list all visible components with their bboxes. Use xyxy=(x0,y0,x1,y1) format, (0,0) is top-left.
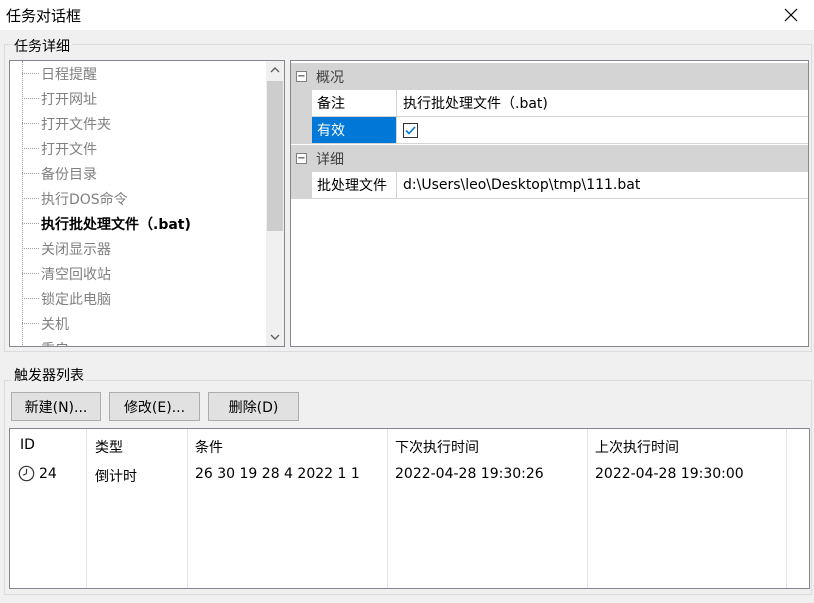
scroll-down-button[interactable] xyxy=(266,328,284,346)
cell-id: 24 xyxy=(39,466,57,482)
property-row-enabled[interactable]: 有效 xyxy=(291,117,808,144)
chevron-up-icon xyxy=(270,67,280,73)
tree-item-restart[interactable]: 重启 xyxy=(22,336,69,347)
chevron-down-icon xyxy=(270,334,280,340)
tree-item-shutdown[interactable]: 关机 xyxy=(22,311,69,336)
scroll-thumb[interactable] xyxy=(267,81,283,231)
tree-item-label: 备份目录 xyxy=(41,166,97,183)
tree-item-empty-recycle-bin[interactable]: 清空回收站 xyxy=(22,261,111,286)
property-row-note[interactable]: 备注 执行批处理文件（.bat) xyxy=(291,90,808,117)
tree-list: 日程提醒 打开网址 打开文件夹 打开文件 备份目录 执行DOS命令 执行批处理文… xyxy=(10,61,266,346)
trigger-list[interactable]: ID 类型 条件 下次执行时间 上次执行时间 24 倒计时 26 30 19 2… xyxy=(9,428,810,589)
close-icon xyxy=(784,8,798,22)
collapse-icon[interactable]: − xyxy=(296,71,307,82)
cell-type: 倒计时 xyxy=(95,469,137,485)
tree-scrollbar[interactable] xyxy=(266,61,284,346)
tree-item-open-file[interactable]: 打开文件 xyxy=(22,136,97,161)
tree-item-label: 关机 xyxy=(41,316,69,333)
tree-item-reminder[interactable]: 日程提醒 xyxy=(22,61,97,86)
category-details[interactable]: − 详细 xyxy=(291,145,808,172)
enabled-checkbox[interactable] xyxy=(403,122,418,138)
property-name: 有效 xyxy=(312,117,397,143)
modify-trigger-button[interactable]: 修改(E)... xyxy=(109,392,200,421)
column-header-next-run[interactable]: 下次执行时间 xyxy=(395,437,479,457)
tree-item-backup-directory[interactable]: 备份目录 xyxy=(22,161,97,186)
scroll-up-button[interactable] xyxy=(266,61,284,79)
category-label: 详细 xyxy=(316,151,344,168)
property-value-enabled[interactable] xyxy=(398,117,418,143)
tree-item-label: 清空回收站 xyxy=(41,266,111,283)
property-value-batch-file[interactable]: d:\Users\leo\Desktop\tmp\111.bat xyxy=(398,172,640,198)
delete-trigger-button[interactable]: 删除(D) xyxy=(208,392,299,421)
tree-item-label: 重启 xyxy=(41,339,69,347)
trigger-list-caption: 触发器列表 xyxy=(12,365,86,385)
tree-item-run-batch-file[interactable]: 执行批处理文件（.bat) xyxy=(22,211,191,236)
cell-condition: 26 30 19 28 4 2022 1 1 xyxy=(195,466,360,482)
property-name: 批处理文件 xyxy=(312,172,397,198)
property-name: 备注 xyxy=(312,90,397,116)
category-overview[interactable]: − 概况 xyxy=(291,63,808,90)
checkmark-icon xyxy=(405,125,416,135)
tree-item-label: 锁定此电脑 xyxy=(41,291,111,308)
property-value-note[interactable]: 执行批处理文件（.bat) xyxy=(398,90,548,116)
tree-item-run-dos-command[interactable]: 执行DOS命令 xyxy=(22,186,128,211)
task-details-caption: 任务详细 xyxy=(12,36,72,56)
tree-item-label: 日程提醒 xyxy=(41,66,97,83)
column-header-type[interactable]: 类型 xyxy=(95,437,123,457)
title-bar: 任务对话框 xyxy=(0,0,814,30)
clock-icon xyxy=(18,465,35,482)
tree-item-lock-pc[interactable]: 锁定此电脑 xyxy=(22,286,111,311)
tree-item-label: 打开网址 xyxy=(41,91,97,108)
tree-item-label: 执行批处理文件（.bat) xyxy=(41,216,191,233)
column-header-last-run[interactable]: 上次执行时间 xyxy=(595,437,679,457)
window-title: 任务对话框 xyxy=(6,7,82,25)
cell-last-run: 2022-04-28 19:30:00 xyxy=(595,466,744,482)
tree-item-open-folder[interactable]: 打开文件夹 xyxy=(22,111,111,136)
tree-item-label: 打开文件夹 xyxy=(41,116,111,133)
property-grid[interactable]: − 概况 备注 执行批处理文件（.bat) 有效 − 详细 批处理文件 d:\U… xyxy=(290,60,809,347)
tree-item-label: 关闭显示器 xyxy=(41,241,111,258)
collapse-icon[interactable]: − xyxy=(296,153,307,164)
tree-item-turn-off-display[interactable]: 关闭显示器 xyxy=(22,236,111,261)
column-header-condition[interactable]: 条件 xyxy=(195,437,223,457)
category-label: 概况 xyxy=(316,69,344,86)
new-trigger-button[interactable]: 新建(N)... xyxy=(11,392,101,421)
tree-item-open-url[interactable]: 打开网址 xyxy=(22,86,97,111)
column-header-id[interactable]: ID xyxy=(20,437,35,453)
property-row-batch-file[interactable]: 批处理文件 d:\Users\leo\Desktop\tmp\111.bat xyxy=(291,172,808,199)
task-type-tree[interactable]: 日程提醒 打开网址 打开文件夹 打开文件 备份目录 执行DOS命令 执行批处理文… xyxy=(9,60,285,347)
tree-item-label: 执行DOS命令 xyxy=(41,191,128,208)
cell-next-run: 2022-04-28 19:30:26 xyxy=(395,466,544,482)
close-button[interactable] xyxy=(768,0,814,30)
tree-item-label: 打开文件 xyxy=(41,141,97,158)
